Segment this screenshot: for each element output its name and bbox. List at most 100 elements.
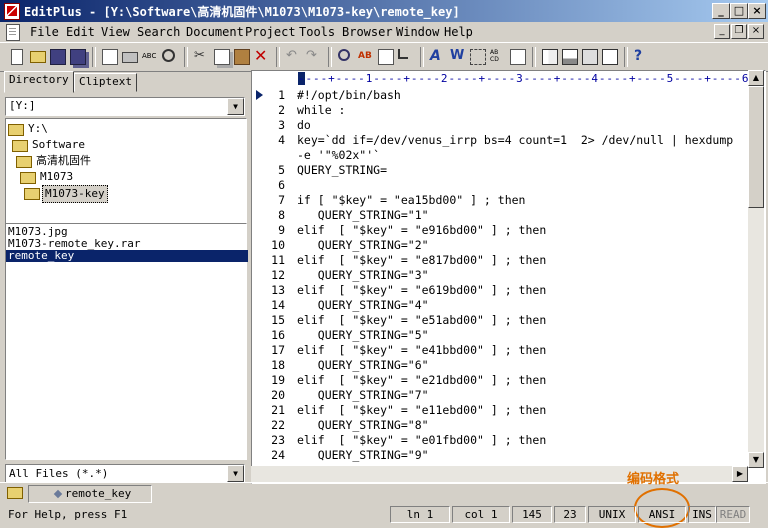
menu-browser[interactable]: Browser	[342, 25, 393, 39]
line-text: QUERY_STRING="4"	[297, 298, 429, 312]
save-all-icon[interactable]	[68, 47, 86, 65]
status-file-format[interactable]: UNIX	[588, 506, 636, 523]
status-encoding[interactable]: ANSI	[638, 506, 686, 523]
menu-search[interactable]: Search	[137, 25, 180, 39]
tab-cliptext[interactable]: Cliptext	[74, 73, 137, 92]
line-text: QUERY_STRING="8"	[297, 418, 429, 432]
line-number: 20	[271, 388, 285, 402]
paste-icon[interactable]	[232, 47, 250, 65]
vertical-scrollbar[interactable]: ▲ ▼	[748, 70, 764, 468]
line-number: 13	[271, 283, 285, 297]
line-text: QUERY_STRING="9"	[297, 448, 429, 462]
menu-view[interactable]: View	[101, 25, 130, 39]
maximize-button[interactable]: □	[730, 3, 748, 19]
line-text: elif [ "$key" = "e41bbd00" ] ; then	[297, 343, 547, 357]
line-text: QUERY_STRING="7"	[297, 388, 429, 402]
menu-edit[interactable]: Edit	[66, 25, 95, 39]
status-insert-mode[interactable]: INS	[688, 506, 716, 523]
left-panel: Directory Cliptext [Y:] ▼ Y:\ Software 高…	[0, 70, 250, 483]
file-item-selected[interactable]: remote_key	[6, 250, 248, 262]
menu-document[interactable]: Document	[186, 25, 244, 39]
line-text: elif [ "$key" = "e619bd00" ] ; then	[297, 283, 547, 297]
mdi-minimize-button[interactable]: _	[714, 24, 730, 39]
column-ruler: ----+----1----+----2----+----3----+----4…	[252, 71, 765, 87]
editplus-app-icon[interactable]	[4, 3, 20, 20]
scroll-right-icon[interactable]: ▶	[732, 466, 748, 482]
close-button[interactable]: ×	[748, 3, 766, 19]
find-icon[interactable]	[160, 47, 178, 65]
word-wrap-icon[interactable]: W	[448, 47, 466, 65]
doc-tab-remote-key[interactable]: remote_key	[28, 485, 152, 503]
tab-directory[interactable]: Directory	[4, 71, 74, 93]
minimize-button[interactable]: _	[712, 3, 730, 19]
folder-open-icon	[12, 140, 28, 152]
new-icon[interactable]	[8, 47, 26, 65]
drive-value: [Y:]	[9, 99, 36, 112]
document-icon[interactable]	[6, 24, 20, 41]
editor-pane[interactable]: ----+----1----+----2----+----3----+----4…	[251, 70, 766, 484]
replace-icon[interactable]: AB	[356, 47, 374, 65]
go-to-icon[interactable]	[376, 47, 394, 65]
user-tool-icon[interactable]	[580, 47, 598, 65]
line-text: elif [ "$key" = "e21dbd00" ] ; then	[297, 373, 547, 387]
hex-icon[interactable]: AB CD	[488, 47, 506, 65]
save-icon[interactable]	[48, 47, 66, 65]
editplus-window: EditPlus - [Y:\Software\高清机固件\M1073\M107…	[0, 0, 768, 528]
status-column[interactable]: col 1	[452, 506, 510, 523]
line-number: 5	[278, 163, 285, 177]
line-text: elif [ "$key" = "e916bd00" ] ; then	[297, 223, 547, 237]
menu-window[interactable]: Window	[396, 25, 439, 39]
browser-icon[interactable]	[600, 47, 618, 65]
chevron-down-icon[interactable]: ▼	[227, 465, 244, 482]
insert-icon[interactable]	[396, 47, 414, 65]
scroll-thumb[interactable]	[748, 86, 764, 208]
directory-window-icon[interactable]	[540, 47, 558, 65]
line-text: elif [ "$key" = "e11ebd00" ] ; then	[297, 403, 547, 417]
line-text: elif [ "$key" = "e01fbd00" ] ; then	[297, 433, 547, 447]
status-read-only[interactable]: READ	[716, 506, 750, 523]
scroll-up-icon[interactable]: ▲	[748, 70, 764, 86]
redo-icon[interactable]: ↷	[304, 47, 322, 65]
output-window-icon[interactable]	[560, 47, 578, 65]
print-icon[interactable]	[120, 47, 138, 65]
line-number: 16	[271, 328, 285, 342]
cut-icon[interactable]: ✂	[192, 47, 210, 65]
line-text: QUERY_STRING="5"	[297, 328, 429, 342]
line-number: 2	[278, 103, 285, 117]
line-text: key=`dd if=/dev/venus_irrp bs=4 count=1 …	[297, 133, 734, 147]
chevron-down-icon[interactable]: ▼	[227, 98, 244, 115]
folder-open-icon	[16, 156, 32, 168]
title-bar[interactable]: EditPlus - [Y:\Software\高清机固件\M1073\M107…	[0, 0, 768, 22]
open-icon[interactable]	[28, 47, 46, 65]
help-icon[interactable]: ?	[632, 47, 650, 65]
copy-icon[interactable]	[212, 47, 230, 65]
file-list[interactable]: M1073.jpg M1073-remote_key.rar remote_ke…	[5, 223, 248, 460]
drive-select[interactable]: [Y:] ▼	[5, 97, 245, 116]
mdi-close-button[interactable]: ×	[748, 24, 764, 39]
folder-icon[interactable]	[7, 487, 23, 499]
menu-file[interactable]: File	[30, 25, 59, 39]
file-filter-select[interactable]: All Files (*.*) ▼	[5, 464, 245, 483]
line-text: elif [ "$key" = "e817bd00" ] ; then	[297, 253, 547, 267]
toolbar-separator	[92, 47, 96, 67]
print-preview-icon[interactable]	[100, 47, 118, 65]
menu-help[interactable]: Help	[444, 25, 473, 39]
spell-check-icon[interactable]: ABC	[140, 47, 158, 65]
menu-project[interactable]: Project	[245, 25, 296, 39]
scroll-down-icon[interactable]: ▼	[748, 452, 764, 468]
delete-icon[interactable]: ✕	[252, 47, 270, 65]
undo-icon[interactable]: ↶	[284, 47, 302, 65]
find-in-files-icon[interactable]	[336, 47, 354, 65]
line-text: do	[297, 118, 311, 132]
status-line[interactable]: ln 1	[390, 506, 450, 523]
line-number: 14	[271, 298, 285, 312]
column-select-icon[interactable]	[468, 47, 486, 65]
menu-tools[interactable]: Tools	[299, 25, 335, 39]
mdi-restore-button[interactable]: ❐	[731, 24, 747, 39]
line-text: QUERY_STRING="1"	[297, 208, 429, 222]
settings-icon[interactable]	[508, 47, 526, 65]
status-total-lines: 145	[512, 506, 552, 523]
font-icon[interactable]: A	[428, 47, 446, 65]
line-number: 11	[271, 253, 285, 267]
line-number: 9	[278, 223, 285, 237]
